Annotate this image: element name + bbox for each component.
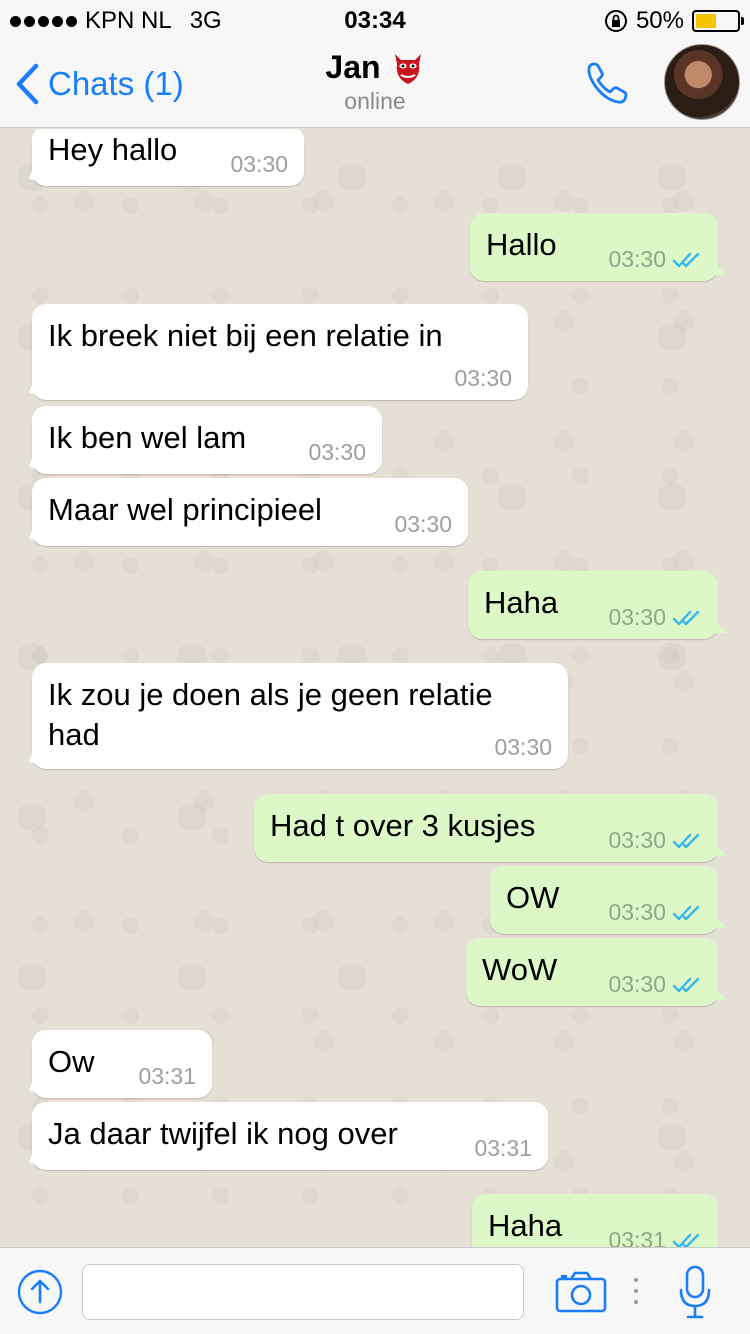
chat-header: Chats (1) Jan online (0, 40, 750, 128)
message-meta: 03:31 (138, 1063, 196, 1090)
message-outgoing[interactable]: OW 03:30 (490, 866, 718, 934)
message-incoming[interactable]: Hey hallo 03:30 (32, 129, 304, 186)
message-text: Ik ben wel lam (48, 420, 247, 455)
message-time: 03:30 (608, 246, 666, 272)
message-time: 03:30 (308, 439, 366, 465)
message-list[interactable]: Hey hallo 03:30 Hallo 03:30 Ik breek nie… (0, 129, 750, 1247)
message-time: 03:30 (608, 899, 666, 925)
battery-percent: 50% (635, 7, 684, 34)
message-time: 03:31 (474, 1135, 532, 1161)
message-incoming[interactable]: Ja daar twijfel ik nog over 03:31 (32, 1102, 548, 1170)
share-icon[interactable] (16, 1268, 64, 1316)
message-text: Maar wel principieel (48, 492, 322, 527)
message-incoming[interactable]: Ik breek niet bij een relatie in 03:30 (32, 304, 528, 400)
read-receipt-icon (672, 252, 700, 267)
message-meta: 03:30 (394, 511, 452, 538)
microphone-icon[interactable] (678, 1264, 712, 1320)
battery-fill (696, 14, 716, 28)
message-meta: 03:30 (494, 734, 552, 761)
message-time: 03:30 (394, 511, 452, 537)
read-receipt-icon (672, 905, 700, 920)
message-text: Ow (48, 1044, 95, 1079)
read-receipt-icon (672, 1233, 700, 1247)
message-text: Haha (488, 1208, 563, 1243)
message-outgoing[interactable]: Had t over 3 kusjes 03:30 (254, 794, 718, 862)
message-time: 03:30 (608, 827, 666, 853)
read-receipt-icon (672, 610, 700, 625)
message-incoming[interactable]: Maar wel principieel 03:30 (32, 478, 468, 546)
message-time: 03:31 (138, 1063, 196, 1089)
battery-icon (692, 10, 744, 32)
message-text: OW (506, 880, 560, 915)
message-incoming[interactable]: Ik ben wel lam 03:30 (32, 406, 382, 474)
message-time: 03:30 (230, 151, 288, 177)
message-meta: 03:31 (608, 1227, 702, 1247)
message-text: Ja daar twijfel ik nog over (48, 1116, 398, 1151)
contact-title: Jan (325, 48, 424, 86)
message-meta: 03:30 (608, 971, 702, 998)
call-icon[interactable] (582, 58, 632, 108)
message-meta: 03:31 (474, 1135, 532, 1162)
message-meta: 03:30 (308, 439, 366, 466)
message-input[interactable] (82, 1264, 524, 1320)
contact-avatar[interactable] (664, 44, 740, 120)
message-incoming[interactable]: Ik zou je doen als je geen relatie had 0… (32, 663, 568, 769)
message-text: Had t over 3 kusjes (270, 808, 536, 843)
message-time: 03:30 (608, 604, 666, 630)
message-meta: 03:30 (608, 899, 702, 926)
camera-icon[interactable] (554, 1270, 608, 1314)
read-receipt-icon (672, 833, 700, 848)
message-text: Ik breek niet bij een relatie in (48, 318, 443, 353)
message-text: Ik zou je doen als je geen relatie had (48, 677, 493, 752)
contact-name: Jan (325, 48, 381, 85)
message-outgoing[interactable]: WoW 03:30 (466, 938, 718, 1006)
message-incoming[interactable]: Ow 03:31 (32, 1030, 212, 1098)
message-text: WoW (482, 952, 558, 987)
contact-status: online (344, 88, 406, 114)
status-right: 50% (604, 7, 744, 35)
message-time: 03:30 (494, 734, 552, 760)
message-outgoing[interactable]: Haha 03:30 (468, 571, 718, 639)
message-meta: 03:30 (608, 246, 702, 273)
message-text: Hey hallo (48, 132, 178, 167)
message-outgoing[interactable]: Hallo 03:30 (470, 213, 718, 281)
message-meta: 03:30 (454, 365, 512, 392)
message-meta: 03:30 (608, 604, 702, 631)
message-outgoing[interactable]: Haha 03:31 (472, 1194, 718, 1247)
composer-bar (0, 1247, 750, 1334)
more-dots-icon[interactable] (632, 1276, 640, 1306)
message-text: Hallo (486, 227, 557, 262)
message-meta: 03:30 (230, 151, 288, 178)
message-meta: 03:30 (608, 827, 702, 854)
message-time: 03:30 (454, 365, 512, 391)
read-receipt-icon (672, 977, 700, 992)
message-time: 03:30 (608, 971, 666, 997)
lock-rotation-icon (604, 10, 627, 32)
status-bar: KPN NL 3G 03:34 50% (0, 0, 750, 40)
message-time: 03:31 (608, 1227, 666, 1247)
contact-info[interactable]: Jan online (0, 48, 750, 115)
message-text: Haha (484, 585, 559, 620)
goblin-mask-emoji-icon (394, 54, 421, 84)
